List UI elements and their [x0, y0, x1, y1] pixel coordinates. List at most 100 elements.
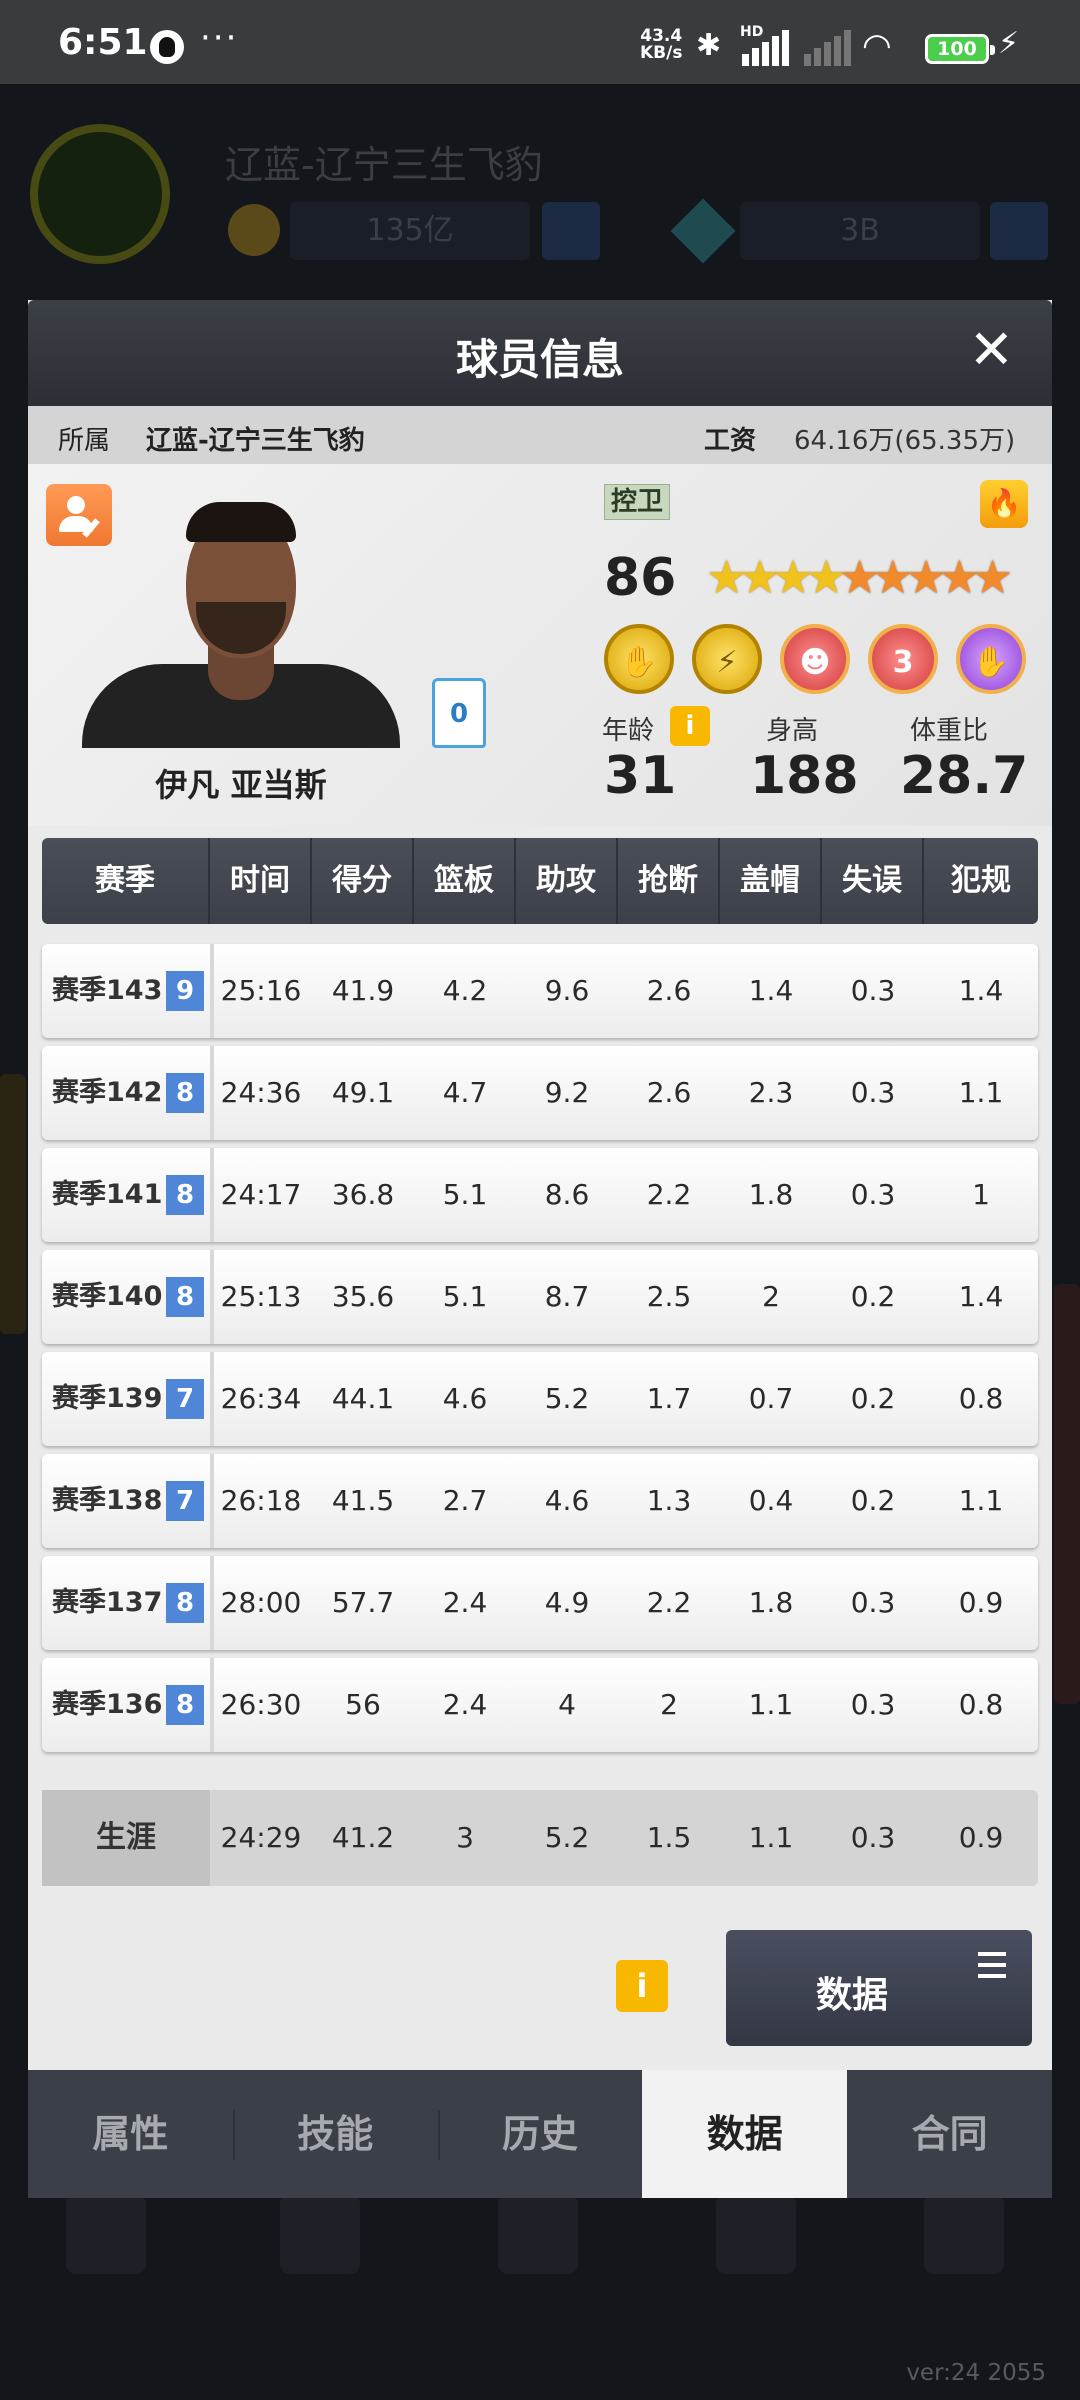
jersey-icon: 0 — [432, 678, 486, 748]
table-cell: 25:13 — [220, 1280, 302, 1313]
table-cell: 8.6 — [544, 1178, 590, 1211]
table-cell: 2.2 — [646, 1178, 692, 1211]
player-profile: 伊凡 亚当斯 0 控卫 🔥 86 ★★★★★★★★★ ✋ ⚡ ☻ 3 ✋ 年龄 i 31… — [28, 464, 1052, 826]
star-icon: ★ — [772, 550, 814, 604]
table-row[interactable]: 赛季138 7 26:18 41.5 2.7 4.6 1.3 0.4 0.2 1.1 — [42, 1454, 1038, 1548]
season-name: 赛季140 — [52, 1281, 163, 1312]
bg-nav-2 — [260, 2194, 380, 2284]
gem-icon — [670, 198, 736, 264]
fire-icon[interactable]: 🔥 — [980, 480, 1028, 528]
table-cell: 28:00 — [220, 1586, 302, 1619]
table-row[interactable]: 赛季140 8 25:13 35.6 5.1 8.7 2.5 2 0.2 1.4 — [42, 1250, 1038, 1344]
info-icon[interactable]: i — [616, 1960, 668, 2012]
star-icon: ★ — [706, 550, 747, 604]
table-cell: 1.8 — [748, 1178, 794, 1211]
season-level-badge: 8 — [166, 1685, 204, 1725]
table-cell: 4 — [558, 1688, 576, 1721]
table-cell: 1.1 — [958, 1076, 1004, 1109]
weight-ratio-value: 28.7 — [900, 746, 1029, 806]
table-cell: 0.3 — [850, 1178, 896, 1211]
brain-badge-icon[interactable]: ☻ — [780, 624, 850, 694]
table-cell: 4.7 — [442, 1076, 488, 1109]
affiliation-value: 辽蓝-辽宁三生飞豹 — [146, 426, 365, 456]
table-cell: 4.9 — [544, 1586, 590, 1619]
season-name: 赛季142 — [52, 1077, 163, 1108]
add-currency1-button — [542, 202, 600, 260]
wifi-icon: ◠ — [862, 26, 892, 66]
season-level-badge: 8 — [166, 1277, 204, 1317]
table-cell: 0.9 — [958, 1586, 1004, 1619]
career-label: 生涯 — [42, 1790, 210, 1886]
hand-badge-icon[interactable]: ✋ — [604, 624, 674, 694]
star-icon: ★ — [739, 550, 780, 604]
table-cell: 0.2 — [850, 1484, 896, 1517]
side-panel-left — [0, 1074, 26, 1334]
career-cell: 3 — [456, 1821, 474, 1854]
bg-nav-5 — [904, 2194, 1024, 2284]
data-menu-button[interactable]: 数据 — [726, 1930, 1032, 2046]
career-cell: 1.5 — [646, 1821, 692, 1854]
table-cell: 1.7 — [646, 1382, 692, 1415]
tab-3[interactable]: 数据 — [642, 2070, 848, 2198]
tab-separator — [232, 2110, 235, 2160]
table-row[interactable]: 赛季139 7 26:34 44.1 4.6 5.2 1.7 0.7 0.2 0.8 — [42, 1352, 1038, 1446]
table-row[interactable]: 赛季143 9 25:16 41.9 4.2 9.6 2.6 1.4 0.3 1.4 — [42, 944, 1038, 1038]
table-header: 赛季 时间 得分 篮板 助攻 抢断 盖帽 失误 犯规 — [42, 838, 1038, 924]
table-cell: 41.9 — [331, 974, 395, 1007]
table-cell: 1.8 — [748, 1586, 794, 1619]
table-cell: 2.2 — [646, 1586, 692, 1619]
three-point-badge-icon[interactable]: 3 — [868, 624, 938, 694]
bg-nav-4 — [696, 2194, 816, 2284]
table-cell: 25:16 — [220, 974, 302, 1007]
star-icon: ★ — [839, 550, 880, 604]
close-icon[interactable]: ✕ — [969, 318, 1014, 381]
season-level-badge: 7 — [166, 1481, 204, 1521]
column-header: 盖帽 — [720, 838, 822, 924]
modal-header: 球员信息 ✕ — [28, 300, 1052, 406]
table-row[interactable]: 赛季136 8 26:30 56 2.4 4 2 1.1 0.3 0.8 — [42, 1658, 1038, 1752]
tab-0[interactable]: 属性 — [28, 2070, 233, 2198]
table-cell: 1.1 — [748, 1688, 794, 1721]
table-cell: 0.4 — [748, 1484, 794, 1517]
table-cell: 0.3 — [850, 1586, 896, 1619]
table-row[interactable]: 赛季141 8 24:17 36.8 5.1 8.6 2.2 1.8 0.3 1 — [42, 1148, 1038, 1242]
star-icon: ★ — [805, 550, 847, 604]
career-cell: 0.3 — [850, 1821, 896, 1854]
age-info-icon[interactable]: i — [670, 706, 710, 746]
weight-ratio-label: 体重比 — [910, 716, 989, 746]
tab-1[interactable]: 技能 — [233, 2070, 438, 2198]
column-header: 赛季 — [42, 838, 210, 924]
table-cell: 4.2 — [442, 974, 488, 1007]
player-name: 伊凡 亚当斯 — [155, 766, 327, 804]
bg-nav-3 — [478, 2194, 598, 2284]
table-row[interactable]: 赛季137 8 28:00 57.7 2.4 4.9 2.2 1.8 0.3 0.9 — [42, 1556, 1038, 1650]
table-cell: 9.2 — [544, 1076, 590, 1109]
season-level-badge: 9 — [166, 971, 204, 1011]
network-speed: 43.4 KB/s — [640, 28, 682, 62]
more-notifications-icon: ··· — [200, 18, 239, 58]
player-info-modal: 球员信息 ✕ 所属 辽蓝-辽宁三生飞豹 工资 64.16万(65.35万) 伊凡… — [28, 300, 1052, 2198]
lightning-badge-icon[interactable]: ⚡ — [692, 624, 762, 694]
table-cell: 26:30 — [220, 1688, 302, 1721]
network-speed-unit: KB/s — [640, 43, 683, 63]
shooting-hand-badge-icon[interactable]: ✋ — [956, 624, 1026, 694]
table-cell: 35.6 — [331, 1280, 395, 1313]
column-header: 助攻 — [516, 838, 618, 924]
table-cell: 2.7 — [442, 1484, 488, 1517]
tab-separator — [437, 2110, 440, 2160]
tab-4[interactable]: 合同 — [847, 2070, 1052, 2198]
table-cell: 44.1 — [331, 1382, 395, 1415]
column-header: 失误 — [822, 838, 924, 924]
height-value: 188 — [750, 746, 859, 806]
table-cell: 4.6 — [442, 1382, 488, 1415]
tab-2[interactable]: 历史 — [438, 2070, 643, 2198]
salary-value: 64.16万(65.35万) — [794, 426, 1016, 456]
signal-2-icon — [804, 30, 852, 66]
career-cell: 41.2 — [331, 1821, 395, 1854]
column-header: 抢断 — [618, 838, 720, 924]
table-row[interactable]: 赛季142 8 24:36 49.1 4.7 9.2 2.6 2.3 0.3 1.1 — [42, 1046, 1038, 1140]
season-name: 赛季139 — [52, 1383, 163, 1414]
table-cell: 0.3 — [850, 974, 896, 1007]
table-cell: 2.5 — [646, 1280, 692, 1313]
team-logo — [30, 124, 170, 264]
